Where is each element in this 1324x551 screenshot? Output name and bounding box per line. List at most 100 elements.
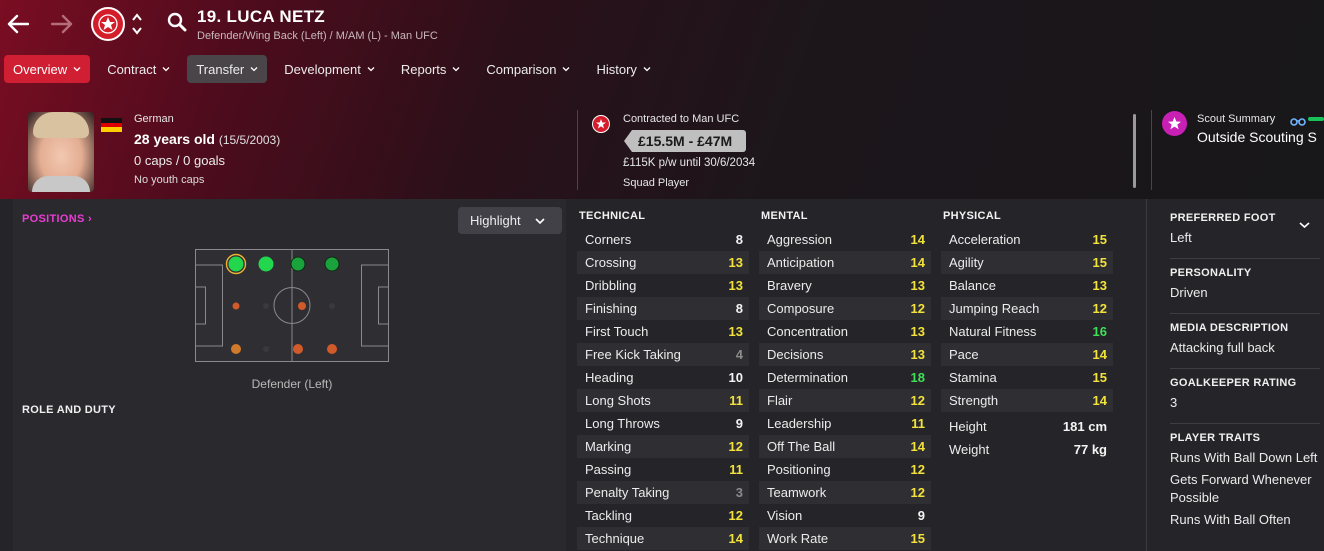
attribute-name: Concentration (767, 324, 848, 339)
position-marker (258, 256, 274, 272)
tab-development[interactable]: Development (275, 55, 384, 83)
attribute-value: 12 (1092, 301, 1107, 316)
attribute-row[interactable]: Technique 14 (577, 527, 749, 550)
attribute-row[interactable]: Heading 10 (577, 366, 749, 389)
scrollbar[interactable] (1133, 114, 1136, 188)
search-icon[interactable] (167, 12, 187, 37)
attribute-name: Aggression (767, 232, 833, 247)
attribute-row[interactable]: Finishing 8 (577, 297, 749, 320)
attribute-name: Tackling (585, 508, 632, 523)
player-position: Defender/Wing Back (Left) / M/AM (L) - M… (197, 30, 438, 42)
attribute-list: Acceleration 15 Agility 15 Balance 13 Jumping … (941, 228, 1113, 412)
attribute-row[interactable]: Off The Ball 14 (759, 435, 931, 458)
player-switch-icon[interactable] (131, 9, 143, 39)
club-badge-icon[interactable] (91, 7, 125, 41)
chevron-down-icon (643, 67, 651, 72)
positions-link[interactable]: POSITIONS › (22, 213, 92, 225)
attribute-row[interactable]: Aggression 14 (759, 228, 931, 251)
squad-status: Squad Player (623, 177, 690, 189)
attribute-row[interactable]: Concentration 13 (759, 320, 931, 343)
position-marker (298, 302, 306, 310)
attribute-list: Corners 8 Crossing 13 Dribbling 13 Finishing 8 F… (577, 228, 749, 550)
attribute-name: Penalty Taking (585, 485, 670, 500)
attribute-row[interactable]: Marking 12 (577, 435, 749, 458)
position-marker (231, 344, 241, 354)
attribute-row[interactable]: Pace 14 (941, 343, 1113, 366)
goalkeeper-rating-value: 3 (1170, 395, 1178, 410)
attribute-row[interactable]: Corners 8 (577, 228, 749, 251)
attribute-name: Bravery (767, 278, 812, 293)
tab-transfer[interactable]: Transfer (187, 55, 268, 83)
attribute-row[interactable]: Free Kick Taking 4 (577, 343, 749, 366)
attribute-row[interactable]: Stamina 15 (941, 366, 1113, 389)
attribute-row[interactable]: Positioning 12 (759, 458, 931, 481)
tab-overview[interactable]: Overview (4, 55, 91, 83)
attribute-row[interactable]: Long Shots 11 (577, 389, 749, 412)
attribute-row[interactable]: Balance 13 (941, 274, 1113, 297)
position-marker (329, 303, 335, 309)
goalkeeper-rating-block: GOALKEEPER RATING 3 (1170, 377, 1320, 412)
attribute-row[interactable]: Agility 15 (941, 251, 1113, 274)
tab-history[interactable]: History (587, 55, 659, 83)
attribute-row[interactable]: Tackling 12 (577, 504, 749, 527)
media-value: Attacking full back (1170, 340, 1275, 355)
chevron-down-icon[interactable] (1299, 216, 1310, 234)
technical-title: TECHNICAL (579, 210, 646, 222)
attribute-value: 12 (910, 462, 925, 477)
attribute-name: Vision (767, 508, 803, 523)
top-nav: 19. LUCA NETZ Defender/Wing Back (Left) … (0, 0, 1324, 50)
attribute-value: 9 (735, 416, 743, 431)
attribute-row[interactable]: Composure 12 (759, 297, 931, 320)
attribute-name: Decisions (767, 347, 824, 362)
attribute-name: Corners (585, 232, 632, 247)
attribute-name: Balance (949, 278, 996, 293)
attribute-name: First Touch (585, 324, 649, 339)
attribute-row[interactable]: Dribbling 13 (577, 274, 749, 297)
attribute-name: Long Throws (585, 416, 660, 431)
attribute-row[interactable]: Natural Fitness 16 (941, 320, 1113, 343)
attribute-value: 13 (728, 255, 743, 270)
attribute-row[interactable]: Work Rate 15 (759, 527, 931, 550)
role-duty-title: ROLE AND DUTY (22, 404, 116, 416)
position-marker (290, 256, 306, 272)
attribute-row[interactable]: Flair 12 (759, 389, 931, 412)
nationality: German (134, 113, 174, 125)
attribute-row[interactable]: Teamwork 12 (759, 481, 931, 504)
technical-attributes: TECHNICAL Corners 8 Crossing 13 Dribbling 13 F… (577, 210, 749, 550)
attribute-value: 14 (1092, 347, 1107, 362)
attribute-row[interactable]: Crossing 13 (577, 251, 749, 274)
attribute-row[interactable]: Acceleration 15 (941, 228, 1113, 251)
chevron-down-icon (162, 67, 170, 72)
position-pitch (195, 249, 389, 362)
attribute-row[interactable]: Passing 11 (577, 458, 749, 481)
youth-caps: No youth caps (134, 174, 205, 186)
attribute-value: 15 (1092, 255, 1107, 270)
attribute-row[interactable]: Jumping Reach 12 (941, 297, 1113, 320)
attribute-row[interactable]: Leadership 11 (759, 412, 931, 435)
attribute-row[interactable]: Vision 9 (759, 504, 931, 527)
tab-reports[interactable]: Reports (392, 55, 470, 83)
attribute-row[interactable]: First Touch 13 (577, 320, 749, 343)
position-marker (232, 302, 240, 310)
attribute-value: 13 (910, 324, 925, 339)
tab-contract[interactable]: Contract (98, 55, 179, 83)
attribute-row[interactable]: Strength 14 (941, 389, 1113, 412)
forward-arrow-icon[interactable] (50, 12, 74, 36)
attribute-row[interactable]: Long Throws 9 (577, 412, 749, 435)
attribute-row[interactable]: Bravery 13 (759, 274, 931, 297)
highlight-dropdown[interactable]: Highlight (458, 207, 562, 234)
attribute-value: 13 (910, 347, 925, 362)
attribute-value: 13 (728, 278, 743, 293)
attribute-row[interactable]: Decisions 13 (759, 343, 931, 366)
attribute-row[interactable]: Penalty Taking 3 (577, 481, 749, 504)
attribute-list: Aggression 14 Anticipation 14 Bravery 13 Compo… (759, 228, 931, 550)
attribute-row[interactable]: Determination 18 (759, 366, 931, 389)
tab-comparison[interactable]: Comparison (477, 55, 579, 83)
player-traits-title: PLAYER TRAITS (1170, 432, 1261, 444)
attribute-row[interactable]: Anticipation 14 (759, 251, 931, 274)
attribute-name: Finishing (585, 301, 638, 316)
back-arrow-icon[interactable] (6, 12, 30, 36)
chevron-down-icon (367, 67, 375, 72)
preferred-foot-block: PREFERRED FOOT Left (1170, 212, 1320, 247)
transfer-value-badge[interactable]: £15.5M - £47M (624, 130, 747, 152)
